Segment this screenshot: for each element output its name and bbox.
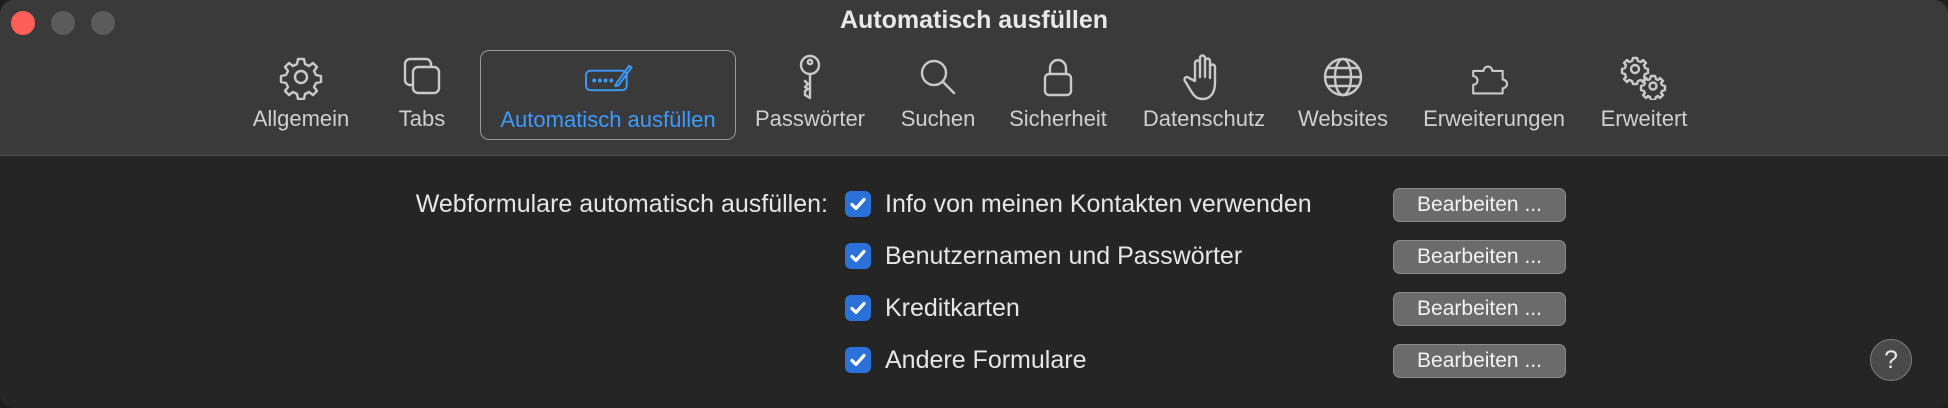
tab-passwoerter-label: Passwörter: [754, 106, 866, 131]
option-other-forms[interactable]: Andere Formulare: [845, 343, 1086, 377]
tab-tabs-label: Tabs: [398, 106, 446, 131]
tab-websites-label: Websites: [1297, 106, 1389, 131]
tab-passwoerter[interactable]: Passwörter: [746, 52, 874, 138]
edit-usernames-passwords-button[interactable]: Bearbeiten ...: [1393, 240, 1566, 274]
gear-icon: [275, 52, 327, 102]
other-forms-checkbox[interactable]: [845, 347, 871, 373]
checkmark-icon: [850, 197, 866, 211]
checkmark-icon: [850, 301, 866, 315]
contacts-checkbox[interactable]: [845, 191, 871, 217]
option-contacts[interactable]: Info von meinen Kontakten verwenden: [845, 187, 1312, 221]
contacts-label: Info von meinen Kontakten verwenden: [885, 189, 1312, 218]
autofill-icon: [582, 53, 634, 103]
lock-icon: [1032, 52, 1084, 102]
option-credit-cards[interactable]: Kreditkarten: [845, 291, 1020, 325]
edit-contacts-button[interactable]: Bearbeiten ...: [1393, 188, 1566, 222]
globe-icon: [1317, 52, 1369, 102]
credit-cards-label: Kreditkarten: [885, 293, 1020, 322]
edit-other-forms-button[interactable]: Bearbeiten ...: [1393, 344, 1566, 378]
tab-erweiterungen-label: Erweiterungen: [1423, 106, 1565, 131]
other-forms-label: Andere Formulare: [885, 345, 1087, 374]
option-usernames-passwords[interactable]: Benutzernamen und Passwörter: [845, 239, 1242, 273]
gears-icon: [1618, 52, 1670, 102]
tab-automatisch-ausfuellen-label: Automatisch ausfüllen: [500, 107, 716, 132]
hand-icon: [1178, 52, 1230, 102]
usernames-passwords-checkbox[interactable]: [845, 243, 871, 269]
tab-sicherheit[interactable]: Sicherheit: [1002, 52, 1114, 138]
tab-datenschutz[interactable]: Datenschutz: [1132, 52, 1276, 138]
tab-automatisch-ausfuellen[interactable]: Automatisch ausfüllen: [480, 50, 736, 140]
tabs-icon: [396, 52, 448, 102]
credit-cards-checkbox[interactable]: [845, 295, 871, 321]
usernames-passwords-label: Benutzernamen und Passwörter: [885, 241, 1243, 270]
search-icon: [912, 52, 964, 102]
tab-suchen-label: Suchen: [900, 106, 976, 131]
tab-allgemein-label: Allgemein: [252, 106, 350, 131]
preferences-window: Automatisch ausfüllen Allgemein Tabs Aut…: [0, 0, 1948, 408]
puzzle-icon: [1468, 52, 1520, 102]
tab-erweitert-label: Erweitert: [1600, 106, 1688, 131]
window-title: Automatisch ausfüllen: [839, 6, 1109, 34]
tab-sicherheit-label: Sicherheit: [1009, 106, 1107, 131]
tab-datenschutz-label: Datenschutz: [1142, 106, 1266, 131]
tab-allgemein[interactable]: Allgemein: [241, 52, 361, 138]
tab-erweiterungen[interactable]: Erweiterungen: [1410, 52, 1578, 138]
tab-tabs[interactable]: Tabs: [382, 52, 462, 138]
autofill-section-label: Webformulare automatisch ausfüllen:: [415, 190, 828, 218]
key-icon: [784, 52, 836, 102]
checkmark-icon: [850, 249, 866, 263]
tab-websites[interactable]: Websites: [1290, 52, 1396, 138]
checkmark-icon: [850, 353, 866, 367]
help-button[interactable]: ?: [1870, 339, 1912, 381]
edit-credit-cards-button[interactable]: Bearbeiten ...: [1393, 292, 1566, 326]
toolbar: Automatisch ausfüllen Allgemein Tabs Aut…: [0, 0, 1948, 156]
tab-suchen[interactable]: Suchen: [890, 52, 986, 138]
tab-erweitert[interactable]: Erweitert: [1592, 52, 1696, 138]
